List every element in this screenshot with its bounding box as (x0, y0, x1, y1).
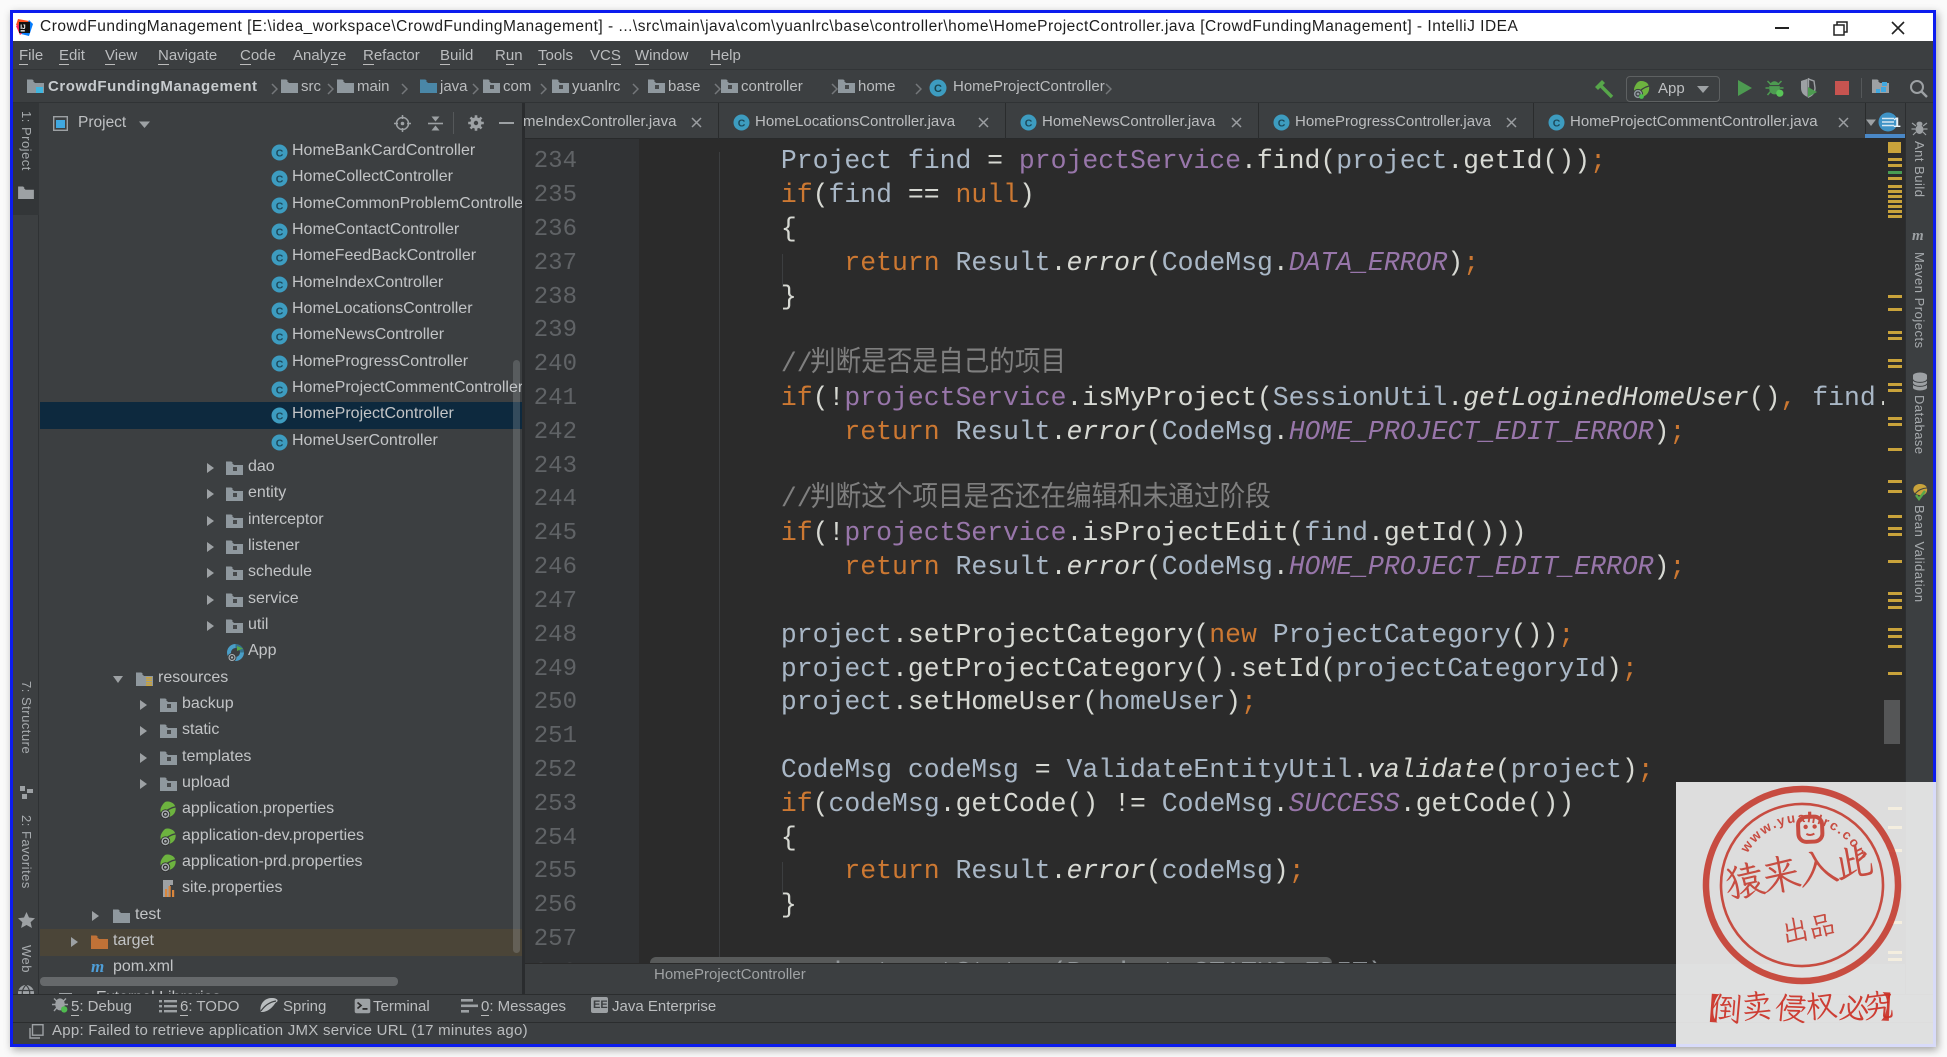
svg-text:C: C (934, 83, 942, 95)
svg-text:C: C (1278, 118, 1286, 130)
svg-text:C: C (276, 438, 284, 450)
svg-text:C: C (276, 359, 284, 371)
svg-text:IJ: IJ (20, 24, 26, 31)
svg-text:C: C (276, 306, 284, 318)
svg-text:C: C (738, 118, 746, 130)
svg-text:C: C (276, 280, 284, 292)
svg-text:C: C (276, 148, 284, 160)
svg-text:C: C (276, 227, 284, 239)
svg-text:C: C (276, 174, 284, 186)
svg-text:C: C (276, 385, 284, 397)
svg-text:C: C (276, 201, 284, 213)
svg-text:C: C (1025, 118, 1033, 130)
svg-text:C: C (276, 411, 284, 423)
svg-text:C: C (1553, 118, 1561, 130)
svg-text:C: C (276, 332, 284, 344)
svg-text:C: C (276, 253, 284, 265)
